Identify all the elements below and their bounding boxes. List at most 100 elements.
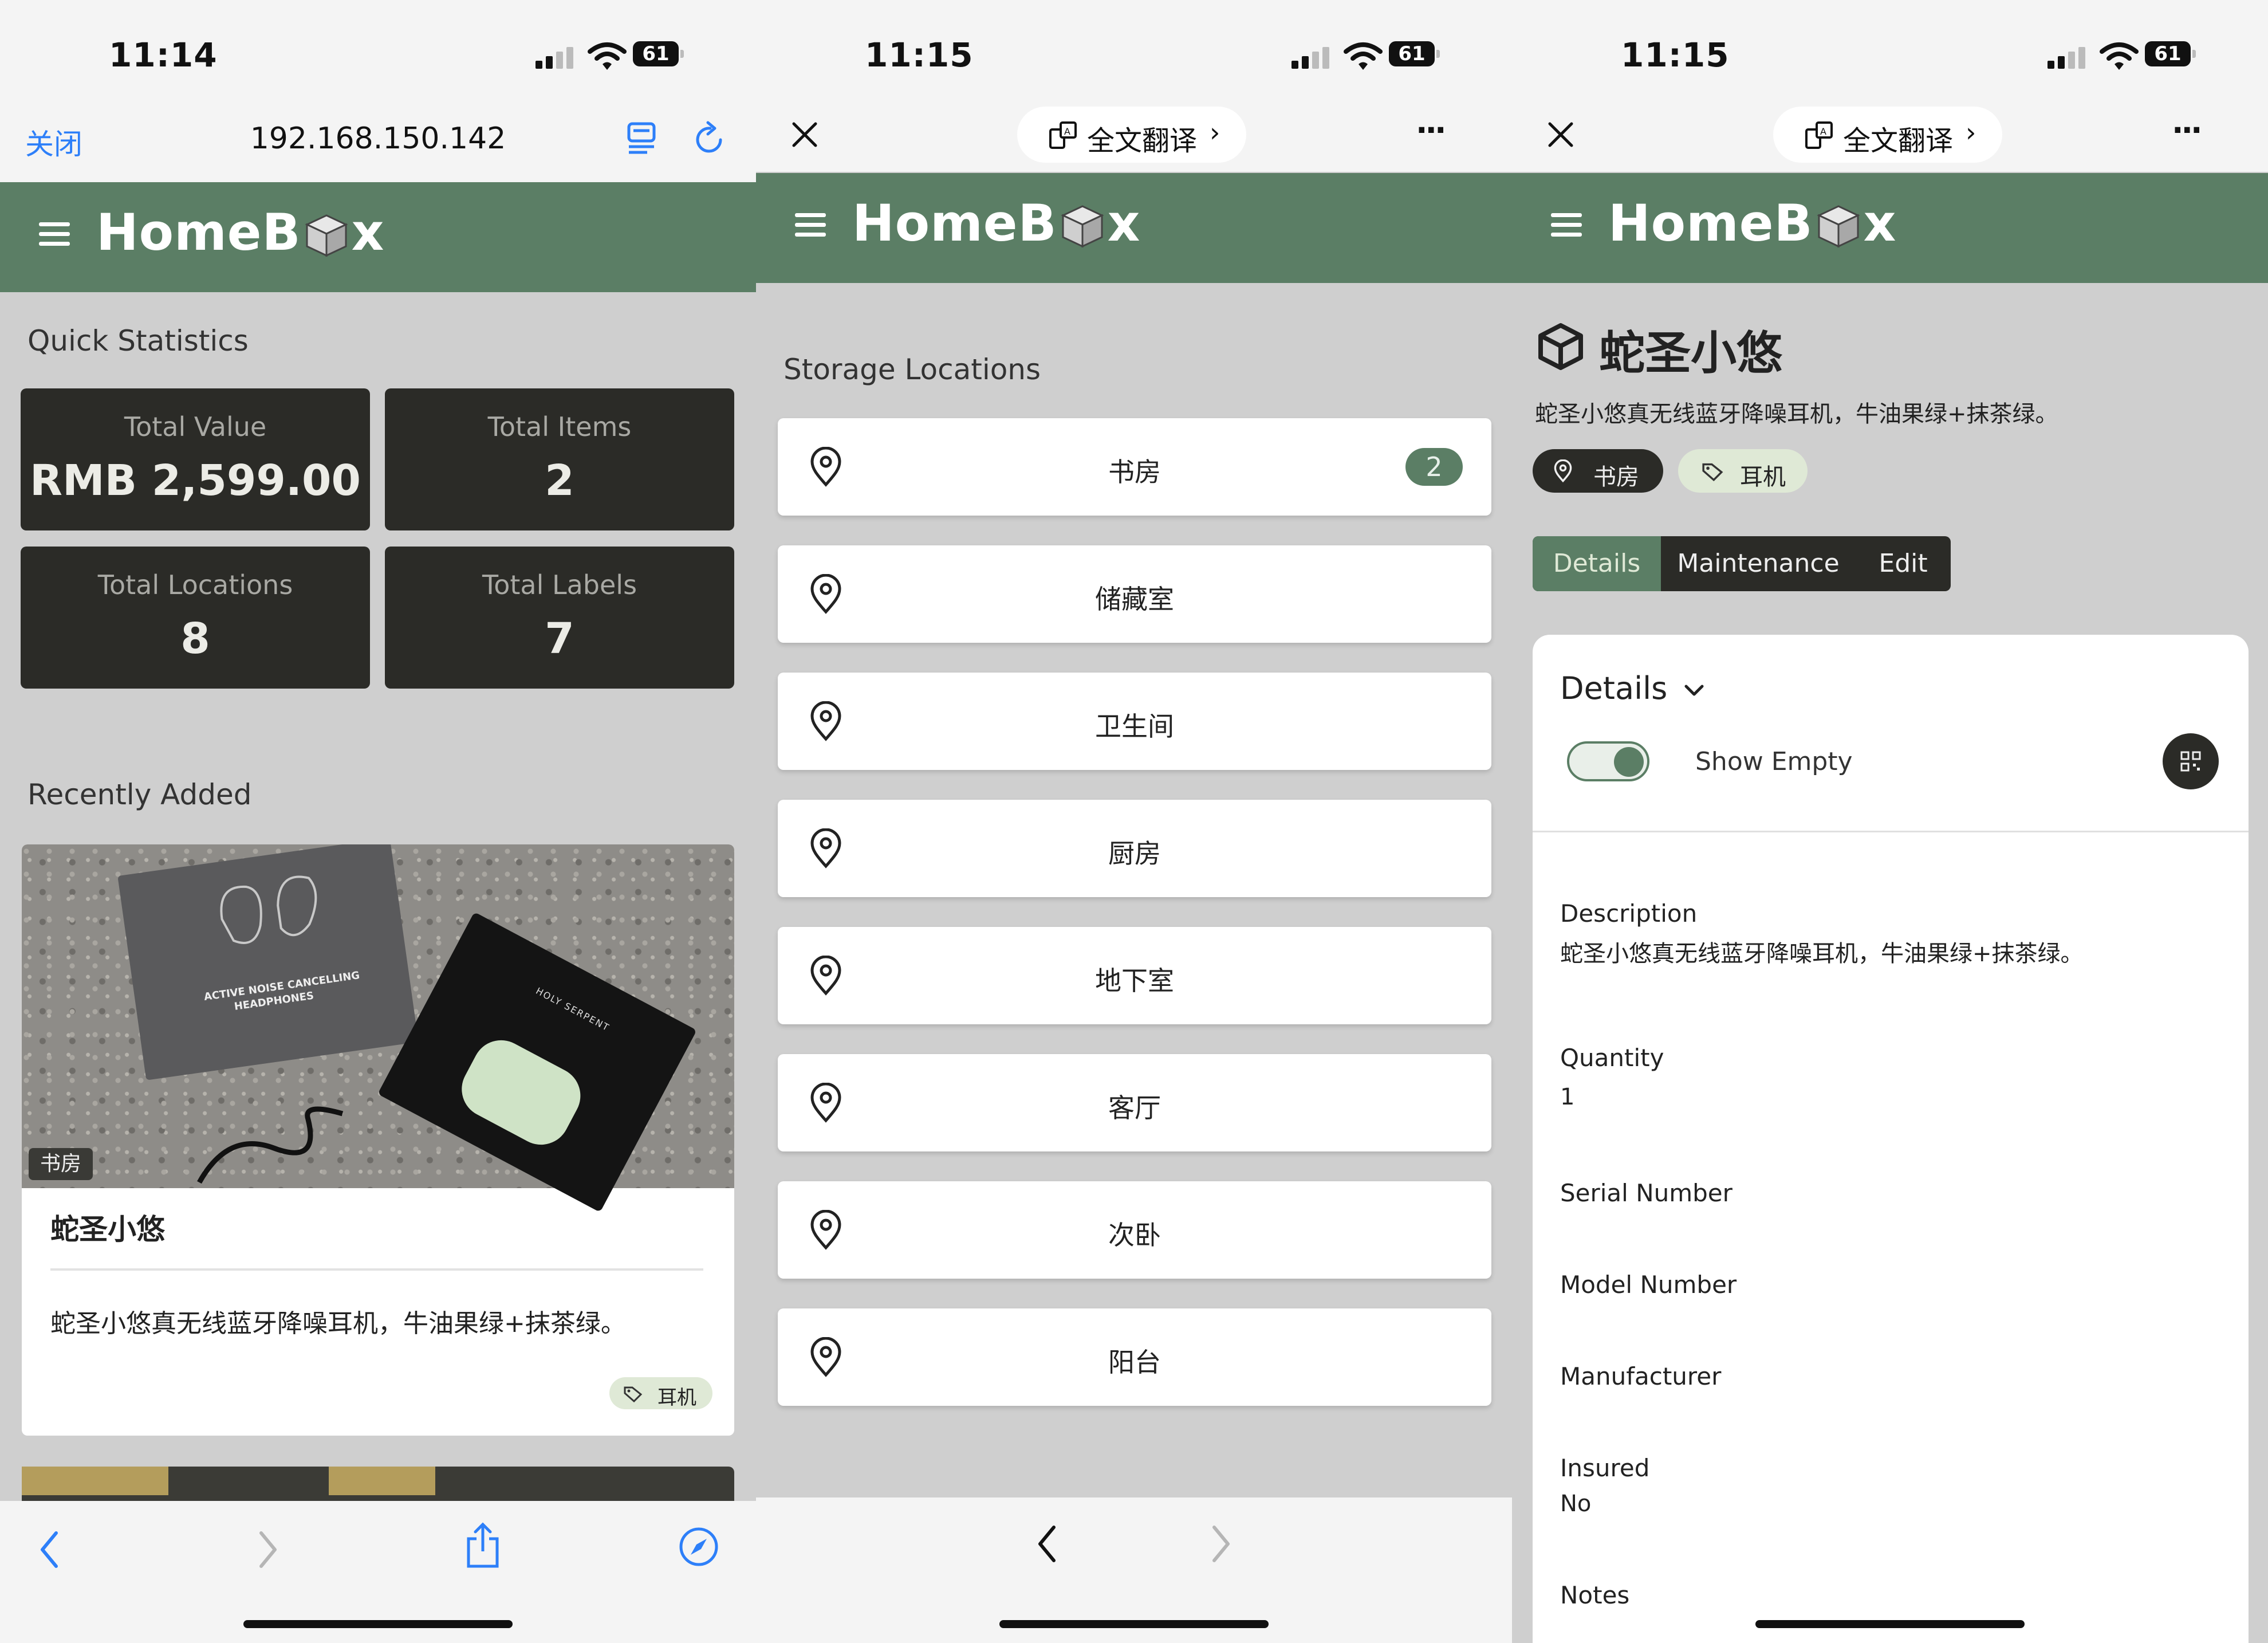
compass-icon[interactable] [678, 1526, 719, 1567]
earbuds-box: ACTIVE NOISE CANCELLING HEADPHONES [117, 844, 419, 1080]
reload-icon[interactable] [693, 120, 727, 157]
home-indicator [243, 1620, 513, 1628]
share-icon[interactable] [464, 1522, 502, 1570]
label-chip[interactable]: 耳机 [609, 1377, 712, 1409]
location-name: 书房 [1108, 457, 1161, 488]
back-icon[interactable] [38, 1530, 61, 1570]
translate-icon: A [1049, 121, 1077, 149]
peek-shape [22, 1467, 168, 1495]
locations-screen: 11:15 61 A 全文翻译 › ··· HomeB x Storage Loc… [756, 0, 1512, 1643]
status-bar: 11:15 61 [756, 0, 1512, 109]
forward-icon[interactable] [257, 1530, 279, 1570]
location-name: 储藏室 [1095, 584, 1174, 615]
location-card[interactable]: 书房 2 [778, 418, 1491, 516]
logo-text-right: x [351, 203, 385, 262]
location-name: 次卧 [1108, 1220, 1161, 1251]
field-serial-label: Serial Number [1560, 1179, 1732, 1207]
tab-maintenance[interactable]: Maintenance [1661, 536, 1856, 591]
stat-total-labels: Total Labels 7 [385, 547, 734, 689]
box-icon [1061, 205, 1104, 248]
stat-label: Total Labels [482, 569, 637, 600]
field-quantity-label: Quantity [1560, 1044, 1664, 1072]
reader-icon[interactable] [627, 121, 659, 156]
field-manufacturer-label: Manufacturer [1560, 1362, 1722, 1390]
box-icon [1817, 205, 1860, 248]
stat-value: 2 [545, 456, 574, 505]
label-chip[interactable]: 耳机 [1678, 449, 1808, 493]
location-card[interactable]: 地下室 [778, 927, 1491, 1024]
cellular-signal-icon [536, 46, 576, 69]
box-print-text: HOLY SERPENT [534, 985, 612, 1033]
tab-edit[interactable]: Edit [1856, 536, 1951, 591]
field-description-value: 蛇圣小悠真无线蓝牙降噪耳机，牛油果绿+抹茶绿。 [1560, 941, 2084, 967]
forward-icon[interactable] [1210, 1524, 1233, 1564]
location-card[interactable]: 储藏室 [778, 545, 1491, 643]
tab-details[interactable]: Details [1533, 536, 1661, 591]
field-description-label: Description [1560, 899, 1698, 927]
close-icon[interactable] [790, 120, 819, 149]
box-icon [305, 214, 348, 257]
chevron-right-icon: › [1966, 117, 1976, 148]
status-bar: 11:14 61 [0, 0, 756, 109]
details-header[interactable]: Details [1560, 670, 1667, 706]
qr-code-button[interactable] [2163, 733, 2219, 789]
item-card-title: 蛇圣小悠 [50, 1213, 165, 1246]
app-header: HomeB x [756, 173, 1512, 283]
item-card-description: 蛇圣小悠真无线蓝牙降噪耳机，牛油果绿+抹茶绿。 [50, 1309, 626, 1338]
show-empty-label: Show Empty [1695, 747, 1853, 776]
homebox-logo[interactable]: HomeB x [1608, 194, 1896, 253]
chevron-right-icon: › [1210, 117, 1220, 148]
storage-locations-title: Storage Locations [783, 353, 1041, 386]
status-time: 11:14 [109, 36, 218, 74]
tag-icon [624, 1386, 643, 1402]
item-count-badge: 2 [1405, 448, 1463, 486]
more-button[interactable]: ··· [1416, 112, 1447, 148]
battery-icon: 61 [2145, 41, 2196, 66]
menu-icon[interactable] [795, 213, 826, 237]
dashboard-screen: 11:14 61 关闭 192.168.150.142 HomeB x Quick… [0, 0, 756, 1643]
location-name: 客厅 [1108, 1092, 1161, 1123]
chevron-down-icon[interactable] [1683, 683, 1706, 699]
location-card[interactable]: 阳台 [778, 1308, 1491, 1406]
location-tag[interactable]: 书房 [29, 1148, 93, 1180]
status-time: 11:15 [865, 36, 974, 74]
homebox-logo[interactable]: HomeB x [852, 194, 1140, 253]
location-chip[interactable]: 书房 [1533, 449, 1663, 493]
svg-text:A: A [1820, 126, 1826, 137]
logo-text-left: HomeB [96, 203, 301, 262]
home-indicator [1755, 1620, 2025, 1628]
close-icon[interactable] [1546, 120, 1575, 149]
item-card[interactable]: ACTIVE NOISE CANCELLING HEADPHONES HOLY … [22, 844, 734, 1436]
translate-icon: A [1805, 121, 1833, 149]
location-card[interactable]: 客厅 [778, 1054, 1491, 1151]
label-chip-text: 耳机 [657, 1386, 696, 1409]
translate-button[interactable]: A 全文翻译 › [1017, 107, 1246, 163]
location-name: 卫生间 [1095, 711, 1174, 742]
menu-icon[interactable] [39, 222, 70, 246]
translate-button[interactable]: A 全文翻译 › [1773, 107, 2002, 163]
stat-value: RMB 2,599.00 [30, 456, 361, 505]
app-header: HomeB x [0, 182, 756, 292]
location-name: 厨房 [1108, 838, 1161, 869]
menu-icon[interactable] [1551, 213, 1582, 237]
webview-toolbar: 11:15 61 A 全文翻译 › ··· [1512, 0, 2268, 172]
earbuds-outline [220, 875, 317, 944]
location-card[interactable]: 次卧 [778, 1181, 1491, 1279]
tag-icon [1702, 463, 1723, 481]
show-empty-toggle[interactable] [1567, 741, 1649, 781]
field-model-label: Model Number [1560, 1271, 1737, 1299]
more-button[interactable]: ··· [2172, 112, 2203, 148]
cellular-signal-icon [2048, 46, 2088, 69]
toggle-knob [1614, 747, 1644, 777]
location-card[interactable]: 卫生间 [778, 673, 1491, 770]
back-icon[interactable] [1035, 1524, 1058, 1564]
field-insured-value: No [1560, 1491, 1592, 1517]
stat-label: Total Locations [97, 569, 293, 600]
item-photo: ACTIVE NOISE CANCELLING HEADPHONES HOLY … [22, 844, 734, 1213]
location-card[interactable]: 厨房 [778, 800, 1491, 897]
item-subtitle: 蛇圣小悠真无线蓝牙降噪耳机，牛油果绿+抹茶绿。 [1535, 401, 2058, 427]
cable [197, 1106, 344, 1184]
cellular-signal-icon [1292, 46, 1332, 69]
logo-text-left: HomeB [852, 194, 1057, 253]
homebox-logo[interactable]: HomeB x [96, 203, 384, 262]
